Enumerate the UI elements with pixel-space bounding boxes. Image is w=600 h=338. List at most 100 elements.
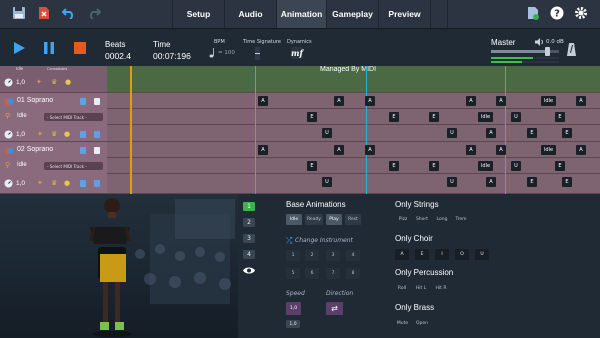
strings-long[interactable]: Long	[434, 214, 450, 225]
note-idle[interactable]: Idle	[541, 96, 556, 106]
clipboard-icon[interactable]	[94, 98, 100, 105]
brass-mute[interactable]: Mute	[395, 318, 410, 329]
undo-icon[interactable]	[60, 4, 78, 22]
instrument-slot-6[interactable]: 6	[305, 268, 319, 279]
note-e[interactable]: E	[429, 161, 439, 171]
bulb-icon[interactable]: ●	[65, 78, 71, 86]
note-e[interactable]: E	[389, 112, 399, 122]
note-a[interactable]: A	[576, 96, 586, 106]
note-a[interactable]: A	[496, 145, 506, 155]
run-icon[interactable]: ✦	[37, 130, 43, 138]
note-u[interactable]: U	[322, 177, 332, 187]
paste-icon[interactable]	[94, 131, 100, 138]
choir-a[interactable]: A	[395, 249, 409, 260]
base-anim-play[interactable]: Play	[326, 214, 342, 225]
paste-icon[interactable]	[94, 180, 100, 187]
note-a[interactable]: A	[466, 96, 476, 106]
copy-icon[interactable]	[80, 180, 86, 187]
tab-animation[interactable]: Animation	[276, 0, 326, 28]
track-2-lane-a[interactable]	[107, 142, 600, 158]
tab-audio[interactable]: Audio	[224, 0, 276, 28]
note-u[interactable]: U	[447, 128, 457, 138]
tab-gameplay[interactable]: Gameplay	[326, 0, 378, 28]
choir-i[interactable]: I	[435, 249, 449, 260]
tab-setup[interactable]: Setup	[172, 0, 224, 28]
run-icon[interactable]: ✦	[36, 78, 42, 86]
note-a[interactable]: A	[258, 96, 268, 106]
instrument-slot-8[interactable]: 8	[346, 268, 360, 279]
copy-icon[interactable]	[80, 131, 86, 138]
note-a[interactable]: A	[334, 96, 344, 106]
time-signature-field[interactable]	[253, 47, 263, 60]
note-e[interactable]: E	[527, 177, 537, 187]
help-icon[interactable]: ?	[548, 4, 566, 22]
layer-tab-4[interactable]: 4	[243, 250, 255, 259]
instrument-slot-7[interactable]: 7	[326, 268, 340, 279]
note-u[interactable]: U	[447, 177, 457, 187]
base-anim-idle[interactable]: Idle	[286, 214, 302, 225]
bulb-icon[interactable]: ●	[64, 130, 70, 138]
timeline-ruler-lane[interactable]: Managed By MIDI	[107, 66, 600, 93]
tab-preview[interactable]: Preview	[378, 0, 430, 28]
note-e[interactable]: E	[307, 161, 317, 171]
note-a[interactable]: A	[365, 96, 375, 106]
play-icon[interactable]	[12, 41, 26, 55]
metronome-icon[interactable]	[567, 43, 576, 58]
note-a[interactable]: A	[258, 145, 268, 155]
note-idle[interactable]: Idle	[478, 112, 493, 122]
character-preview[interactable]	[0, 194, 238, 338]
note-idle[interactable]: Idle	[541, 145, 556, 155]
note-a[interactable]: A	[334, 145, 344, 155]
strings-trem[interactable]: Trem	[453, 214, 469, 225]
percussion-hit-l[interactable]: Hit L	[414, 283, 428, 294]
instrument-slot-1[interactable]: 1	[286, 250, 300, 261]
track-header-2[interactable]: 02 Soprano ⚲ Idle - Select MIDI Track - …	[0, 142, 107, 194]
crown-icon[interactable]: ♛	[51, 130, 57, 138]
pause-icon[interactable]	[42, 41, 56, 55]
document-icon[interactable]	[80, 147, 86, 154]
speed-value-button[interactable]: 1,0	[286, 302, 301, 315]
note-e[interactable]: E	[562, 128, 572, 138]
speaker-icon[interactable]	[535, 38, 544, 48]
export-icon[interactable]	[524, 4, 542, 22]
note-a[interactable]: A	[576, 145, 586, 155]
track-1-midi-select[interactable]: - Select MIDI Track -	[44, 113, 103, 121]
gauge-icon[interactable]	[4, 179, 13, 190]
note-e[interactable]: E	[429, 112, 439, 122]
note-e[interactable]: E	[562, 177, 572, 187]
delete-file-icon[interactable]	[35, 4, 53, 22]
choir-e[interactable]: E	[415, 249, 429, 260]
track-2-midi-select[interactable]: - Select MIDI Track -	[44, 162, 103, 170]
track-header-1[interactable]: 01 Soprano ⚲ Idle - Select MIDI Track - …	[0, 93, 107, 142]
instrument-slot-5[interactable]: 5	[286, 268, 300, 279]
strings-short[interactable]: Short	[414, 214, 430, 225]
dynamics-value[interactable]: mf	[291, 47, 303, 59]
settings-icon[interactable]	[572, 4, 590, 22]
gauge-icon[interactable]	[4, 78, 13, 89]
note-a[interactable]: A	[486, 177, 496, 187]
note-a[interactable]: A	[466, 145, 476, 155]
playhead[interactable]	[130, 66, 132, 194]
speed-value-secondary[interactable]: 1,0	[286, 320, 300, 328]
note-u[interactable]: U	[511, 112, 521, 122]
note-e[interactable]: E	[307, 112, 317, 122]
stop-icon[interactable]	[73, 41, 87, 55]
instrument-slot-2[interactable]: 2	[305, 250, 319, 261]
layer-tab-3[interactable]: 3	[243, 234, 255, 243]
note-u[interactable]: U	[322, 128, 332, 138]
bpm-field[interactable]: = 100	[209, 48, 239, 59]
strings-pizz[interactable]: Pizz	[395, 214, 411, 225]
bulb-icon[interactable]: ●	[64, 179, 70, 187]
crown-icon[interactable]: ♛	[51, 179, 57, 187]
master-slider[interactable]	[491, 47, 559, 56]
note-a[interactable]: A	[365, 145, 375, 155]
note-e[interactable]: E	[527, 128, 537, 138]
note-e[interactable]: E	[555, 112, 565, 122]
run-icon[interactable]: ✦	[37, 179, 43, 187]
gauge-icon[interactable]	[4, 130, 13, 141]
eye-icon[interactable]	[242, 266, 256, 277]
note-a[interactable]: A	[496, 96, 506, 106]
base-anim-ready[interactable]: Ready	[305, 214, 323, 225]
note-a[interactable]: A	[486, 128, 496, 138]
layer-tab-2[interactable]: 2	[243, 218, 255, 227]
